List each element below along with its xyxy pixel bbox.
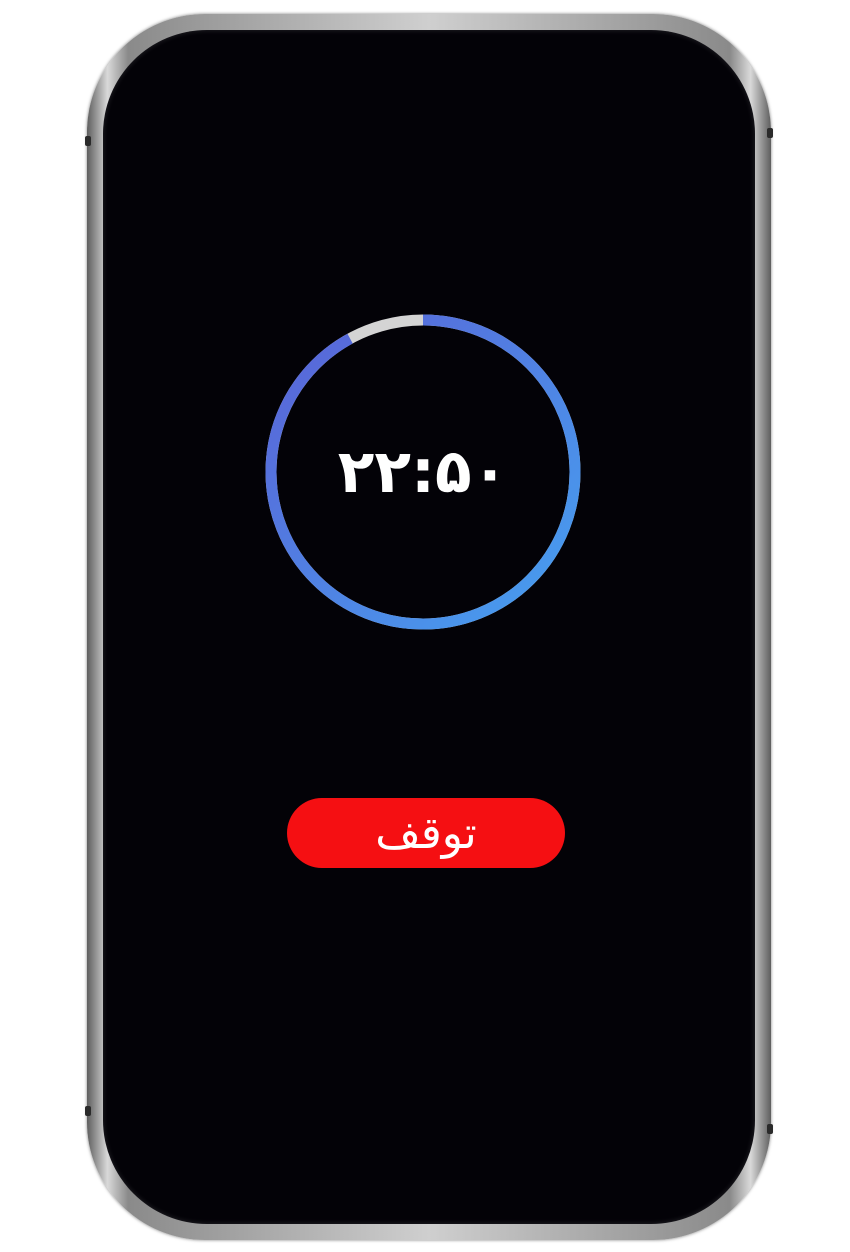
phone-screen: ۲۲:۵۰ توقف xyxy=(103,30,755,1224)
side-button-left-bottom xyxy=(85,1106,91,1116)
timer-display: ۲۲:۵۰ xyxy=(337,437,509,507)
side-button-right-bottom xyxy=(767,1124,773,1134)
timer-ring: ۲۲:۵۰ xyxy=(263,312,583,632)
side-button-right-top xyxy=(767,128,773,138)
side-button-left-top xyxy=(85,136,91,146)
stop-button[interactable]: توقف xyxy=(287,798,565,868)
phone-device-frame: ۲۲:۵۰ توقف xyxy=(85,14,773,1240)
